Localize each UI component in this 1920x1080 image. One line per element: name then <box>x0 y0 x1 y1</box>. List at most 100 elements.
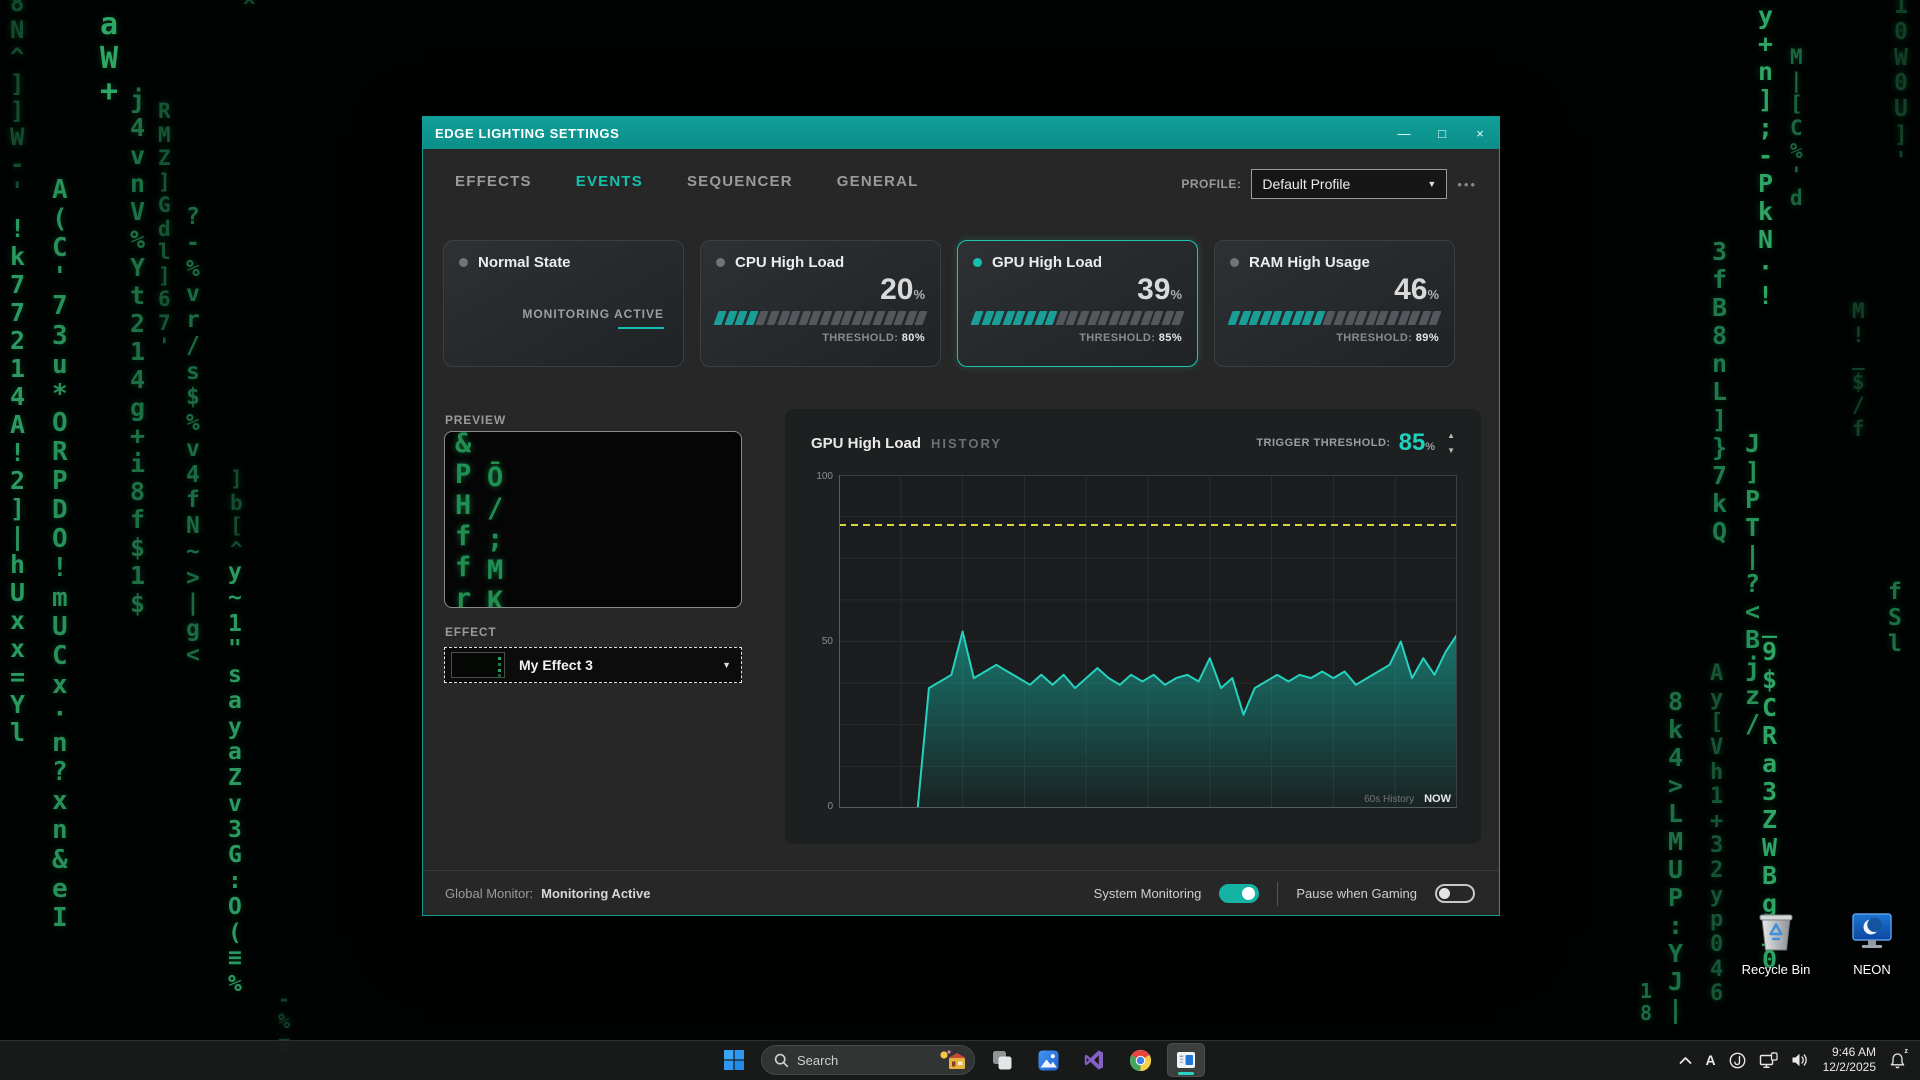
pause-when-gaming-toggle[interactable] <box>1435 884 1475 903</box>
active-app-indicator <box>1178 1072 1194 1075</box>
threshold-spinner: ▲ ▼ <box>1447 432 1455 455</box>
chevron-down-icon: ▼ <box>722 660 731 670</box>
search-highlight-icon <box>938 1049 968 1071</box>
tray-date: 12/2/2025 <box>1823 1060 1876 1075</box>
photos-icon <box>1037 1049 1060 1072</box>
volume-icon[interactable] <box>1791 1052 1810 1068</box>
status-dot <box>973 258 982 267</box>
y-tick-50: 50 <box>822 636 833 647</box>
profile-menu-button[interactable]: ••• <box>1457 177 1477 192</box>
y-tick-100: 100 <box>816 471 833 482</box>
threshold-readout: THRESHOLD: 89% <box>1230 332 1439 344</box>
history-chart-panel: GPU High Load HISTORY TRIGGER THRESHOLD:… <box>785 409 1481 844</box>
effect-thumbnail <box>451 652 505 678</box>
effect-value: My Effect 3 <box>519 657 593 673</box>
status-dot <box>1230 258 1239 267</box>
profile-select[interactable]: Default Profile ▼ <box>1251 169 1447 199</box>
effect-label: EFFECT <box>445 625 496 639</box>
spinner-down-icon[interactable]: ▼ <box>1447 447 1455 455</box>
event-card-normal-state[interactable]: Normal State MONITORING ACTIVE <box>443 240 684 367</box>
event-card-cpu-high-load[interactable]: CPU High Load 20% THRESHOLD: 80% <box>700 240 941 367</box>
spinner-up-icon[interactable]: ▲ <box>1447 432 1455 440</box>
event-cards-row: Normal State MONITORING ACTIVE CPU High … <box>443 240 1481 367</box>
network-icon[interactable] <box>1759 1052 1778 1069</box>
threshold-readout: THRESHOLD: 85% <box>973 332 1182 344</box>
dnd-z-badge: z <box>1905 1048 1909 1055</box>
desktop: 8 N ^ ] ] W - '! k 7 7 2 1 4 A ! 2 ] | h… <box>0 0 1920 1080</box>
tray-app-icon[interactable] <box>1729 1052 1746 1069</box>
minimize-button[interactable]: — <box>1385 117 1423 149</box>
threshold-progress-bar <box>1230 311 1439 325</box>
footer-separator <box>1277 882 1278 906</box>
x-axis-labels: 60s History NOW <box>1364 793 1451 805</box>
chevron-down-icon: ▼ <box>1427 179 1436 189</box>
edge-lighting-settings-window: EDGE LIGHTING SETTINGS — □ × EFFECTS EVE… <box>422 116 1500 916</box>
gpu-history-chart <box>839 475 1457 808</box>
input-language-indicator[interactable]: A <box>1705 1052 1715 1068</box>
neon-label: NEON <box>1829 962 1915 977</box>
system-tray: A <box>1679 1040 1920 1080</box>
threshold-progress-bar <box>716 311 925 325</box>
status-underline <box>618 327 664 329</box>
tray-clock[interactable]: 9:46 AM 12/2/2025 <box>1823 1045 1876 1075</box>
current-value: 20% <box>716 275 925 305</box>
event-card-gpu-high-load[interactable]: GPU High Load 39% THRESHOLD: 85% <box>957 240 1198 367</box>
tab-events[interactable]: EVENTS <box>576 173 643 190</box>
notifications-bell-icon[interactable]: z <box>1889 1052 1906 1069</box>
task-view-button[interactable] <box>983 1043 1021 1077</box>
profile-label: PROFILE: <box>1181 177 1241 191</box>
neon-app-taskbar-button[interactable] <box>1167 1043 1205 1077</box>
preview-label: PREVIEW <box>445 413 506 427</box>
search-placeholder: Search <box>797 1053 930 1068</box>
preview-matrix-column: & P H f f r <box>455 431 471 608</box>
event-card-ram-high-usage[interactable]: RAM High Usage 46% THRESHOLD: 89% <box>1214 240 1455 367</box>
start-button[interactable] <box>715 1043 753 1077</box>
preview-matrix-column: Ō / ; M K <box>487 462 503 608</box>
pause-when-gaming-label: Pause when Gaming <box>1296 886 1417 901</box>
current-value: 46% <box>1230 275 1439 305</box>
footer-bar: Global Monitor: Monitoring Active System… <box>423 871 1499 916</box>
search-icon <box>774 1053 789 1068</box>
chart-subtitle: HISTORY <box>931 436 1002 451</box>
recycle-bin-shortcut[interactable]: Recycle Bin <box>1733 908 1819 977</box>
status-dot <box>716 258 725 267</box>
current-value: 39% <box>973 275 1182 305</box>
effect-select[interactable]: My Effect 3 ▼ <box>444 647 742 683</box>
global-monitor-label: Global Monitor: <box>445 886 533 901</box>
system-monitoring-toggle[interactable] <box>1219 884 1259 903</box>
event-name: CPU High Load <box>735 254 844 271</box>
now-label: NOW <box>1424 793 1451 805</box>
window-title: EDGE LIGHTING SETTINGS <box>423 126 1385 141</box>
profile-bar: PROFILE: Default Profile ▼ ••• <box>1181 169 1477 199</box>
neon-app-shortcut[interactable]: NEON <box>1829 908 1915 977</box>
taskbar: Search <box>0 1040 1920 1080</box>
maximize-button[interactable]: □ <box>1423 117 1461 149</box>
photos-app-button[interactable] <box>1029 1043 1067 1077</box>
windows-start-icon <box>723 1049 745 1071</box>
event-name: RAM High Usage <box>1249 254 1370 271</box>
tab-bar: EFFECTS EVENTS SEQUENCER GENERAL <box>455 173 919 190</box>
visual-studio-button[interactable] <box>1075 1043 1113 1077</box>
tray-chevron-up-icon[interactable] <box>1679 1056 1692 1065</box>
threshold-readout: THRESHOLD: 80% <box>716 332 925 344</box>
title-bar[interactable]: EDGE LIGHTING SETTINGS — □ × <box>423 117 1499 149</box>
status-dot <box>459 258 468 267</box>
threshold-progress-bar <box>973 311 1182 325</box>
task-view-icon <box>991 1049 1013 1071</box>
chart-header: GPU High Load HISTORY TRIGGER THRESHOLD:… <box>811 429 1455 457</box>
neon-app-window-icon <box>1175 1049 1197 1071</box>
history-span-label: 60s History <box>1364 794 1414 805</box>
system-monitoring-label: System Monitoring <box>1094 886 1202 901</box>
chrome-button[interactable] <box>1121 1043 1159 1077</box>
tray-time: 9:46 AM <box>1823 1045 1876 1060</box>
event-name: GPU High Load <box>992 254 1102 271</box>
chrome-icon <box>1129 1049 1152 1072</box>
tab-general[interactable]: GENERAL <box>837 173 919 190</box>
tab-effects[interactable]: EFFECTS <box>455 173 532 190</box>
y-tick-0: 0 <box>827 801 833 812</box>
tab-sequencer[interactable]: SEQUENCER <box>687 173 793 190</box>
search-box[interactable]: Search <box>761 1045 975 1075</box>
trigger-threshold-value: 85% <box>1399 429 1435 457</box>
taskbar-center-group: Search <box>715 1040 1205 1080</box>
close-button[interactable]: × <box>1461 117 1499 149</box>
